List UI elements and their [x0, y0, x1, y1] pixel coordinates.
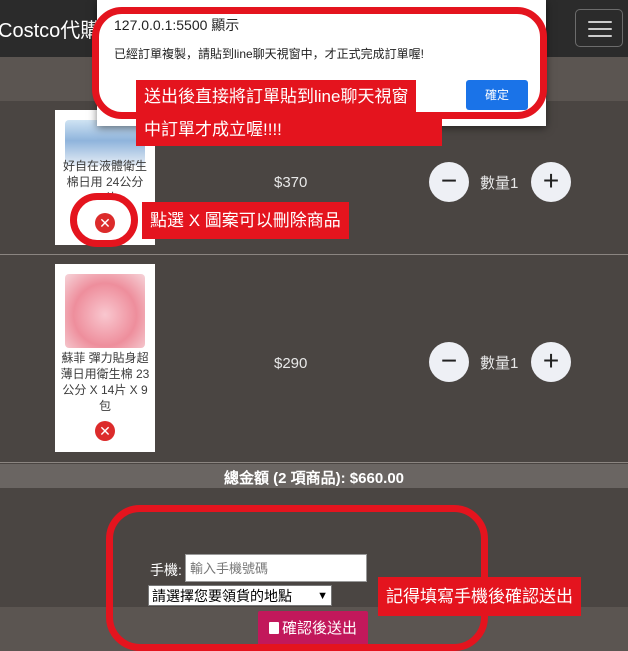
brand-title[interactable]: Costco代購 — [0, 14, 100, 43]
product-name: 蘇菲 彈力貼身超薄日用衛生棉 23公分 X 14片 X 9包 — [60, 351, 150, 413]
product-card: 蘇菲 彈力貼身超薄日用衛生棉 23公分 X 14片 X 9包 ✕ — [55, 264, 155, 452]
annotation-ring-delete — [70, 193, 138, 247]
quantity-label: 數量1 — [480, 175, 519, 192]
annotation-alert-note-2: 中訂單才成立喔!!!! — [136, 114, 442, 146]
increase-quantity-button[interactable]: + — [531, 342, 571, 382]
increase-quantity-button[interactable]: + — [531, 162, 571, 202]
decrease-quantity-button[interactable]: − — [429, 162, 469, 202]
hamburger-icon[interactable] — [575, 9, 623, 47]
product-image — [65, 274, 145, 348]
product-price: $290 — [274, 355, 308, 372]
x-circle-icon[interactable]: ✕ — [95, 421, 115, 441]
row-divider — [0, 462, 628, 463]
row-divider — [0, 254, 628, 255]
product-name: 好自在液體衛生棉日用 24公分 36片 — [62, 159, 147, 198]
quantity-label: 數量1 — [480, 355, 519, 372]
annotation-phone-note: 記得填寫手機後確認送出 — [378, 577, 581, 616]
order-total: 總金額 (2 項商品): $660.00 — [223, 470, 405, 487]
product-price: $370 — [274, 174, 308, 191]
annotation-alert-note-1: 送出後直接將訂單貼到line聊天視窗 — [136, 80, 417, 114]
annotation-delete-note: 點選 X 圖案可以刪除商品 — [142, 202, 349, 239]
decrease-quantity-button[interactable]: − — [429, 342, 469, 382]
